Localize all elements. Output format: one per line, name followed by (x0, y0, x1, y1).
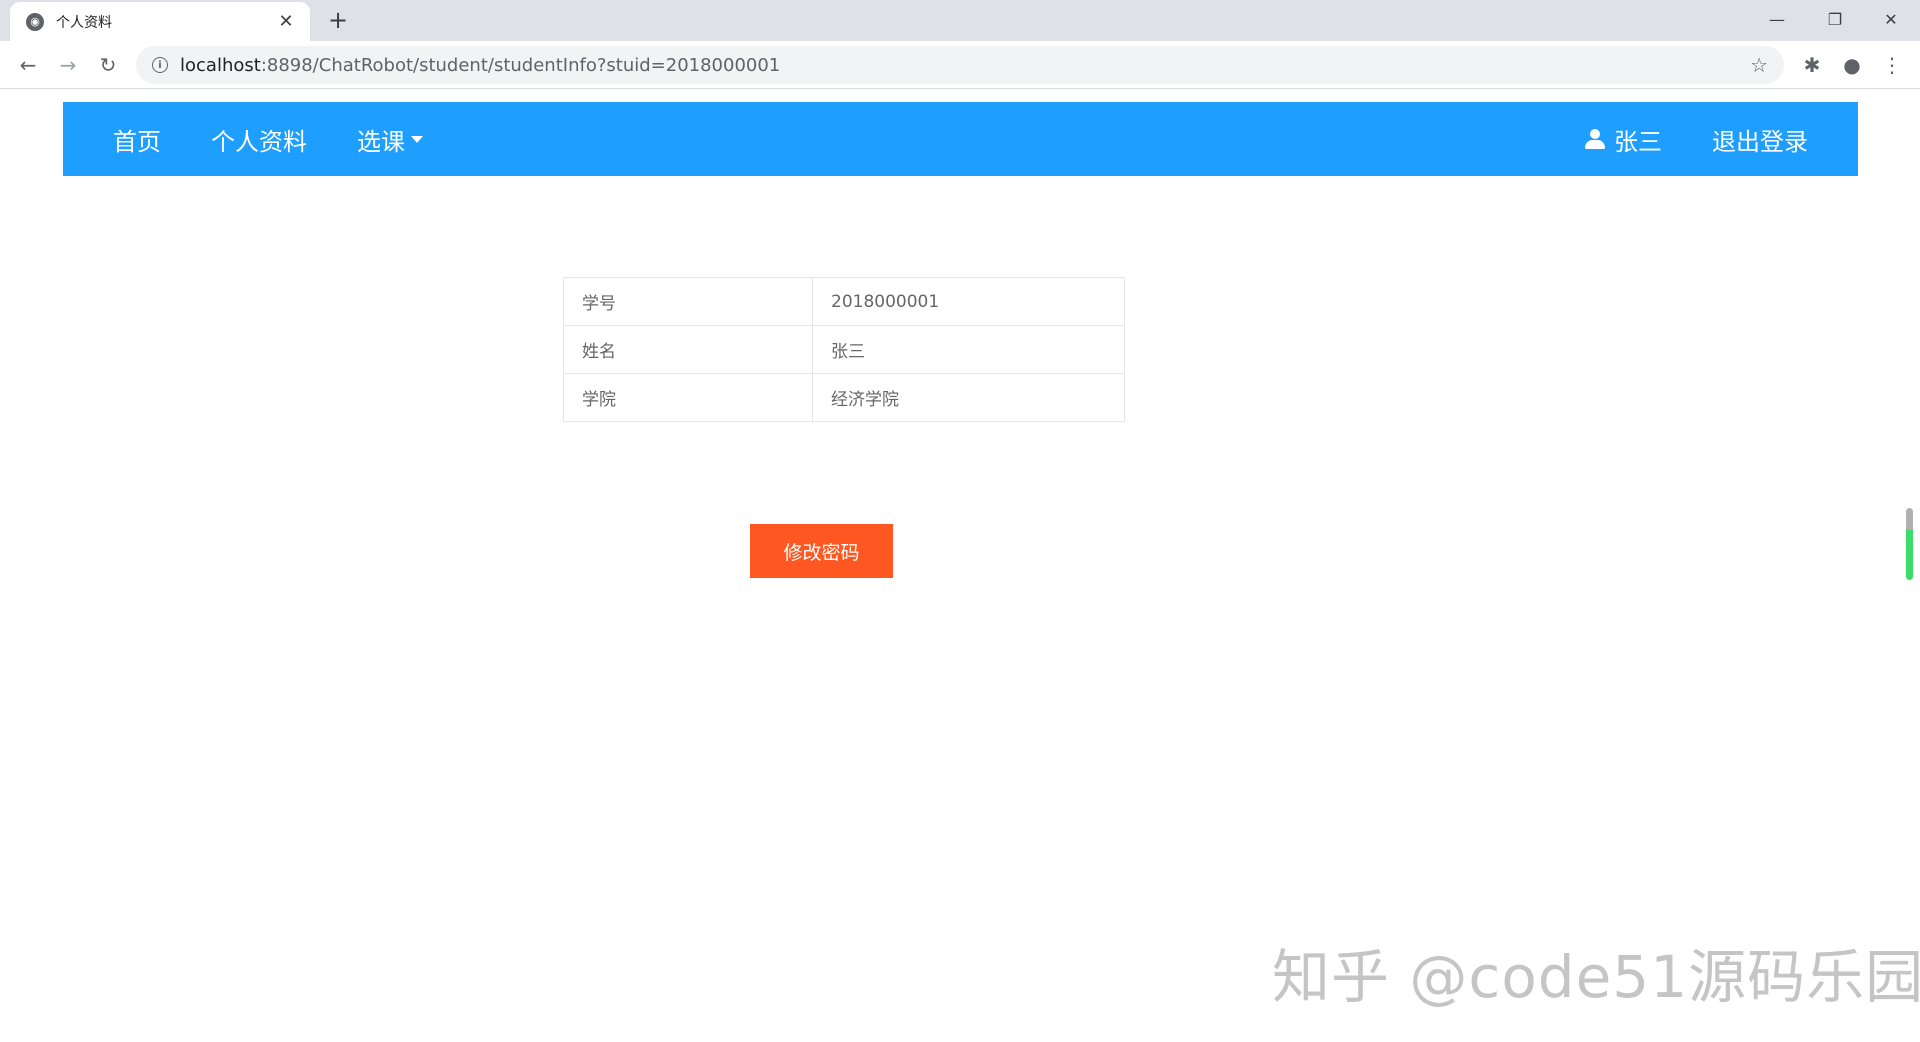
caret-down-icon (411, 135, 423, 143)
change-password-button[interactable]: 修改密码 (750, 524, 893, 578)
extensions-puzzle-icon[interactable]: ✱ (1796, 49, 1828, 81)
info-icon[interactable]: i (152, 57, 168, 73)
nav-home[interactable]: 首页 (88, 122, 186, 157)
browser-tab[interactable]: ◉ 个人资料 ✕ (10, 2, 310, 41)
page-content: 首页 个人资料 选课 张三 退出登录 学号 2018000001 姓名 张三 学… (0, 90, 1920, 1042)
row-value: 张三 (812, 325, 1125, 374)
reload-icon[interactable]: ↻ (92, 49, 124, 81)
row-label: 姓名 (563, 325, 813, 374)
forward-arrow-icon[interactable]: → (52, 49, 84, 81)
address-bar[interactable]: i localhost:8898/ChatRobot/student/stude… (136, 46, 1784, 84)
minimize-icon[interactable]: — (1748, 0, 1806, 38)
bookmark-star-icon[interactable]: ☆ (1750, 53, 1768, 77)
back-arrow-icon[interactable]: ← (12, 49, 44, 81)
browser-tab-bar: ◉ 个人资料 ✕ + — ❐ ✕ (0, 0, 1920, 41)
nav-profile[interactable]: 个人资料 (186, 122, 332, 157)
watermark: 知乎 @code51源码乐园 (1272, 943, 1920, 1011)
row-value: 2018000001 (812, 277, 1125, 326)
new-tab-button[interactable]: + (324, 6, 352, 34)
nav-courses-label: 选课 (357, 127, 405, 156)
user-icon (1584, 128, 1606, 150)
student-info-table: 学号 2018000001 姓名 张三 学院 经济学院 (563, 277, 1125, 422)
browser-toolbar: ← → ↻ i localhost:8898/ChatRobot/student… (0, 41, 1920, 89)
url-text[interactable]: localhost:8898/ChatRobot/student/student… (180, 55, 1750, 76)
close-tab-icon[interactable]: ✕ (276, 11, 296, 32)
restore-icon[interactable]: ❐ (1806, 0, 1864, 38)
nav-username: 张三 (1614, 127, 1662, 156)
nav-logout[interactable]: 退出登录 (1687, 122, 1833, 157)
row-value: 经济学院 (812, 373, 1125, 422)
scroll-indicator[interactable] (1906, 508, 1913, 580)
table-row: 学号 2018000001 (563, 277, 1125, 326)
row-label: 学号 (563, 277, 813, 326)
window-close-icon[interactable]: ✕ (1862, 0, 1920, 38)
row-label: 学院 (563, 373, 813, 422)
table-row: 学院 经济学院 (563, 373, 1125, 422)
profile-avatar-icon[interactable]: ● (1836, 49, 1868, 81)
table-row: 姓名 张三 (563, 325, 1125, 374)
nav-user[interactable]: 张三 (1559, 122, 1687, 157)
globe-icon: ◉ (26, 12, 44, 31)
menu-kebab-icon[interactable]: ⋮ (1876, 49, 1908, 81)
tab-title: 个人资料 (56, 14, 112, 31)
nav-courses-dropdown[interactable]: 选课 (332, 122, 448, 157)
top-navbar: 首页 个人资料 选课 张三 退出登录 (63, 102, 1858, 176)
